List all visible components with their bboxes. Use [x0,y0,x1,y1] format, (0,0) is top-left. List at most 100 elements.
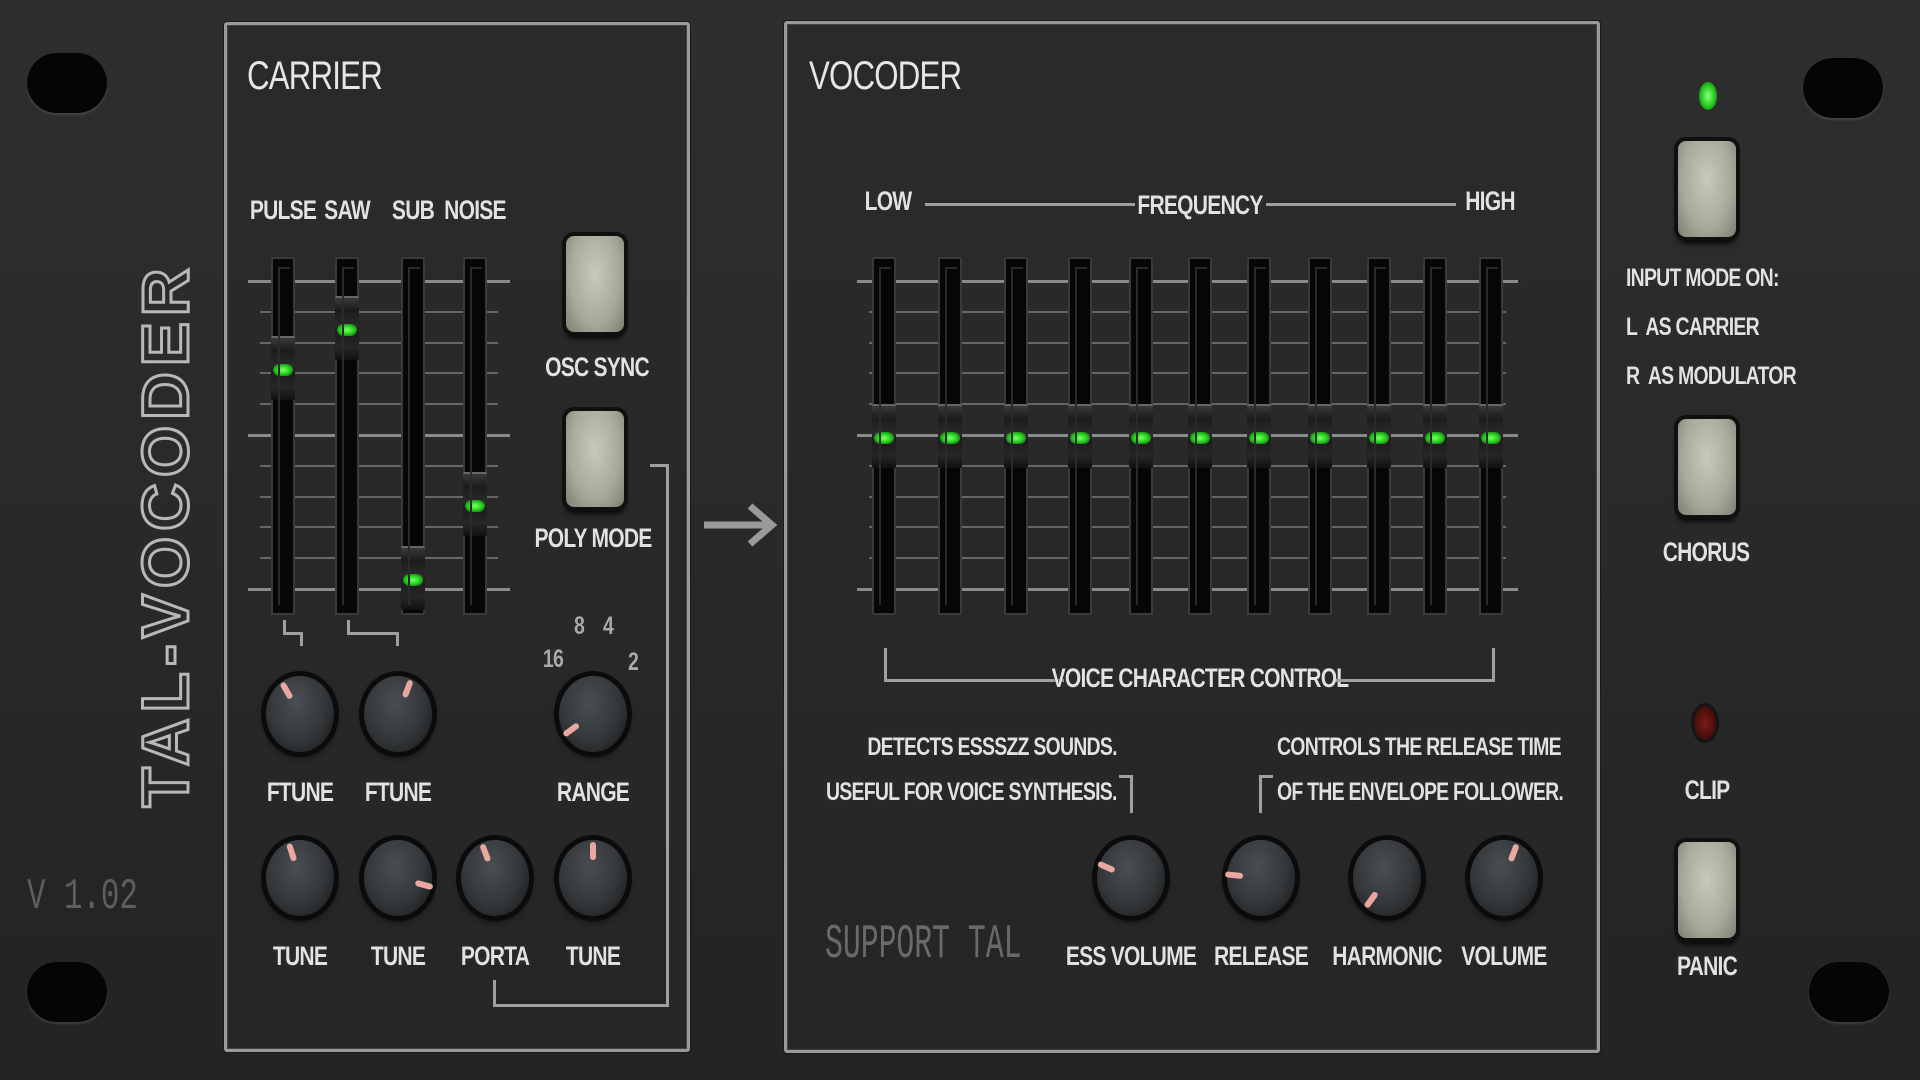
frequency-line [1266,203,1456,206]
knob-label: TUNE [565,941,621,971]
ftune-connector [300,632,303,646]
poly-bracket [666,464,669,1007]
voice-character-bracket [884,648,887,682]
slider-label: PULSE [249,195,317,225]
mount-hole [1809,962,1889,1022]
slider-noise[interactable] [463,257,487,615]
range-mark: 2 [627,648,639,676]
band-slider-9-thumb[interactable] [1367,404,1391,468]
ess-note-line: USEFUL FOR VOICE SYNTHESIS. [826,778,1117,806]
osc-sync-button[interactable] [566,236,624,332]
slider-saw[interactable] [335,257,359,615]
knob-label: RELEASE [1213,941,1309,971]
input-mode-button[interactable] [1678,141,1736,237]
band-slider-3[interactable] [1004,257,1028,615]
band-slider-8-thumb[interactable] [1308,404,1332,468]
slider-pulse[interactable] [271,257,295,615]
panic-label: PANIC [1676,951,1738,981]
frequency-line [925,203,1135,206]
range-mark: 16 [542,645,564,673]
band-slider-1-thumb[interactable] [872,404,896,468]
band-slider-6-thumb[interactable] [1188,404,1212,468]
band-slider-8[interactable] [1308,257,1332,615]
knob-pointer [1501,841,1520,879]
knob-label: FTUNE [266,777,334,807]
slider-noise-thumb[interactable] [463,471,487,536]
slider-sub[interactable] [401,257,425,615]
knob-pointer [590,840,596,878]
tune-knob[interactable] [364,840,432,916]
voice-character-bracket [1492,648,1495,682]
band-slider-5[interactable] [1129,257,1153,615]
band-slider-9[interactable] [1367,257,1391,615]
ess-note-bracket [1130,775,1133,813]
tune-knob[interactable] [559,840,627,916]
knob-label: HARMONIC [1332,941,1442,971]
band-slider-10-thumb[interactable] [1423,404,1447,468]
ess-volume-knob[interactable] [1097,840,1165,916]
band-slider-7[interactable] [1247,257,1271,615]
knob-label: PORTA [460,941,530,971]
knob-label: TUNE [370,941,426,971]
band-slider-2[interactable] [938,257,962,615]
osc-sync-label: OSC SYNC [545,352,650,382]
ftune-connector [347,632,398,635]
volume-knob[interactable] [1470,840,1538,916]
voice-character-bracket [884,679,1064,682]
vocoder-title: VOCODER [809,54,962,98]
slider-pulse-thumb[interactable] [271,336,295,401]
porta-knob[interactable] [461,840,529,916]
clip-led [1694,706,1716,740]
band-slider-10[interactable] [1423,257,1447,615]
high-label: HIGH [1465,186,1515,216]
range-mark: 4 [602,612,614,640]
band-slider-2-thumb[interactable] [938,404,962,468]
harmonic-knob[interactable] [1353,840,1421,916]
band-slider-4[interactable] [1068,257,1092,615]
tune-knob[interactable] [266,840,334,916]
ftune-knob[interactable] [266,676,334,752]
release-knob[interactable] [1227,840,1295,916]
band-slider-6[interactable] [1188,257,1212,615]
signal-arrow-icon [702,500,778,555]
band-slider-5-thumb[interactable] [1129,404,1153,468]
band-slider-11-thumb[interactable] [1479,404,1503,468]
knob-pointer [278,680,302,716]
slider-saw-thumb[interactable] [335,296,359,361]
clip-label: CLIP [1684,775,1731,805]
version-label: V 1.02 [27,872,138,922]
input-mode-label: INPUT MODE ON: [1626,264,1779,292]
band-slider-11[interactable] [1479,257,1503,615]
band-slider-1[interactable] [872,257,896,615]
poly-mode-button[interactable] [566,411,624,507]
release-note-line: OF THE ENVELOPE FOLLOWER. [1277,778,1564,806]
knob-label: FTUNE [364,777,432,807]
ess-note-line: DETECTS ESSSZZ SOUNDS. [867,733,1118,761]
release-note-line: CONTROLS THE RELEASE TIME [1277,733,1562,761]
knob-label: RANGE [556,777,630,807]
band-slider-7-thumb[interactable] [1247,404,1271,468]
band-slider-3-thumb[interactable] [1004,404,1028,468]
slider-sub-thumb[interactable] [401,545,425,610]
brand-logo: TAL-VOCODER [127,261,204,809]
support-tal-link[interactable]: SUPPORT TAL [825,918,1021,972]
range-knob[interactable] [559,676,627,752]
band-slider-4-thumb[interactable] [1068,404,1092,468]
ftune-knob[interactable] [364,676,432,752]
slider-label: SAW [324,195,370,225]
mount-hole [27,962,107,1022]
input-mode-right-label: R AS MODULATOR [1626,362,1797,390]
frequency-label: FREQUENCY [1137,190,1263,220]
mount-hole [1803,58,1883,118]
panic-button[interactable] [1678,842,1736,938]
knob-pointer [1223,871,1261,881]
slider-label: NOISE [444,195,506,225]
poly-mode-label: POLY MODE [534,523,652,553]
release-note-bracket [1259,775,1262,813]
input-mode-led [1699,82,1717,110]
voice-character-label: VOICE CHARACTER CONTROL [1051,663,1350,693]
carrier-title: CARRIER [247,54,383,98]
knob-pointer [397,875,435,891]
chorus-label: CHORUS [1662,537,1750,567]
chorus-button[interactable] [1678,419,1736,515]
